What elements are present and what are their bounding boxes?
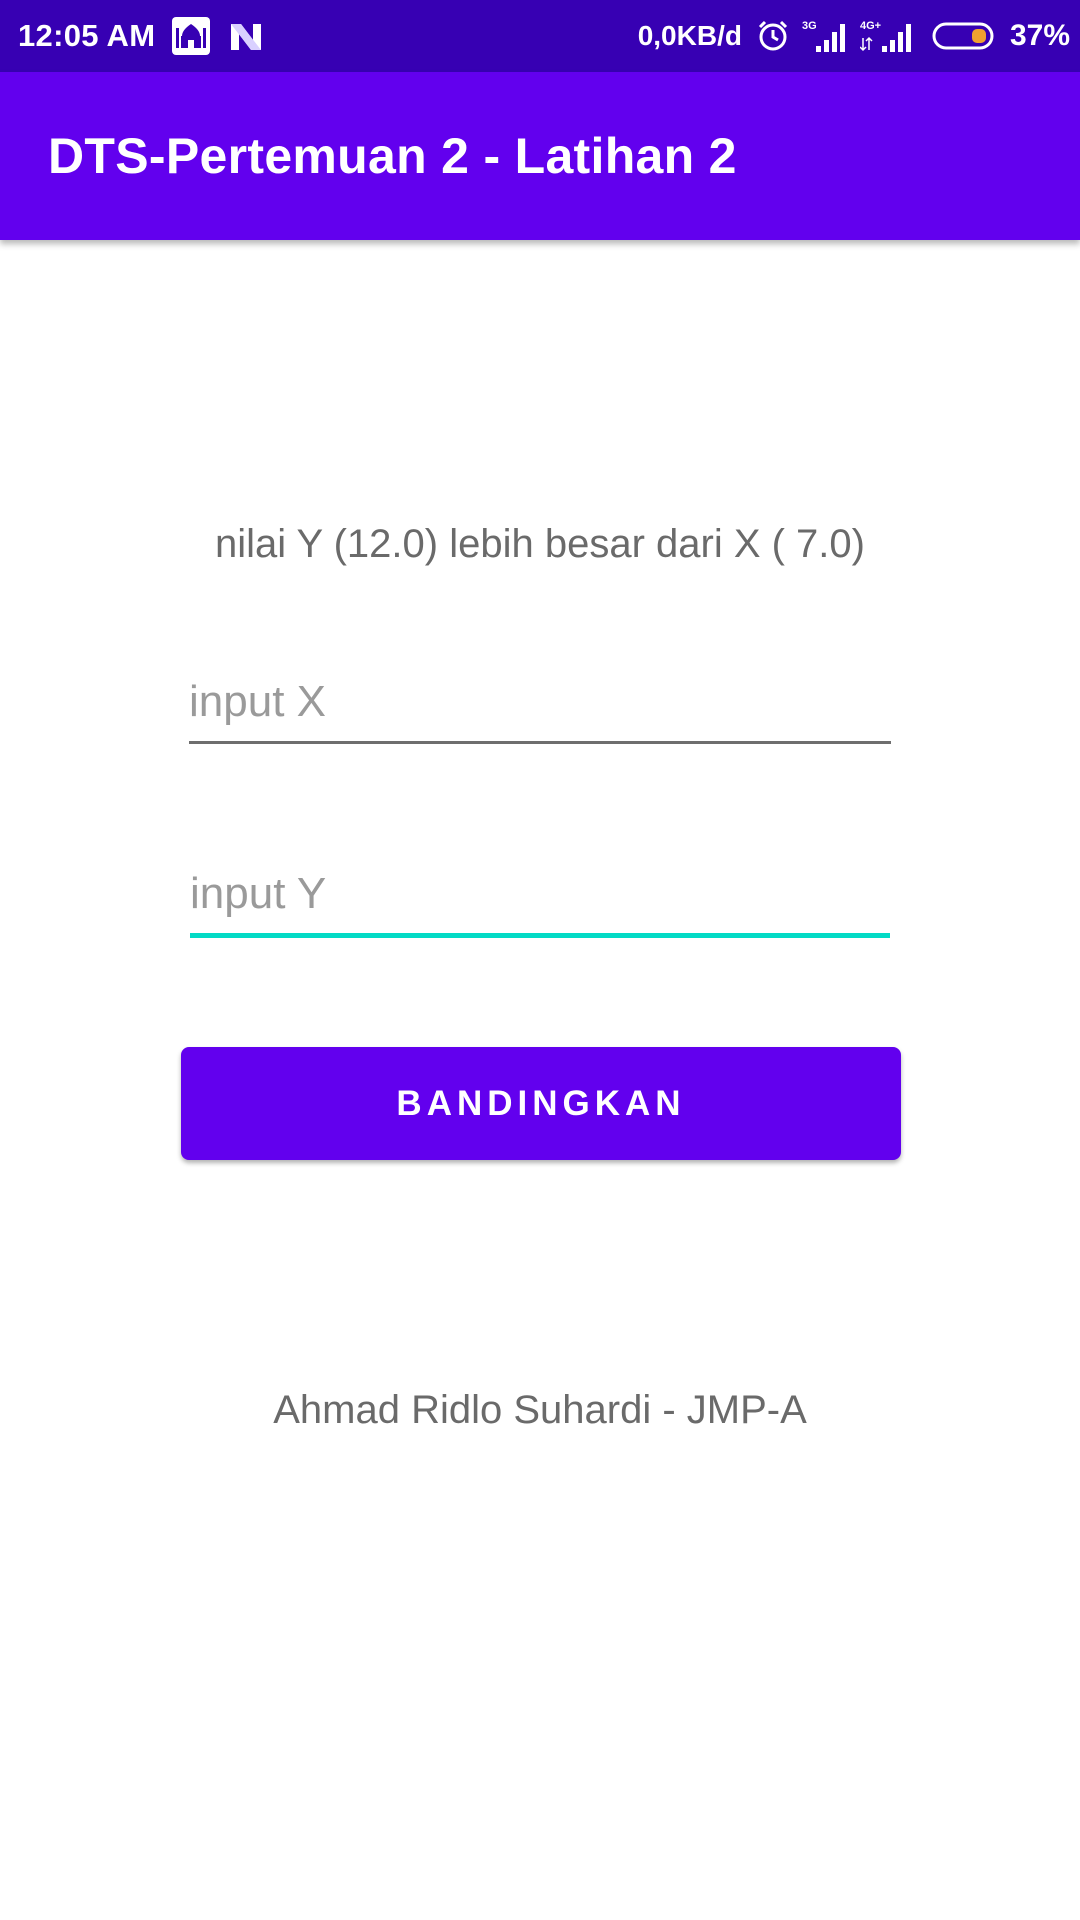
- signal-icon: 3G: [802, 18, 848, 54]
- input-y-placeholder: input Y: [190, 869, 327, 918]
- svg-text:3G: 3G: [802, 20, 817, 32]
- svg-text:4G+: 4G+: [860, 20, 881, 32]
- network-speed: 0,0KB/d: [637, 20, 742, 51]
- battery-icon: [932, 20, 998, 52]
- input-x-field[interactable]: input X: [189, 666, 891, 744]
- result-text: nilai Y (12.0) lebih besar dari X ( 7.0): [215, 522, 865, 566]
- app-title: DTS-Pertemuan 2 - Latihan 2: [48, 128, 737, 184]
- input-x-placeholder: input X: [189, 677, 326, 726]
- signal-icon: 4G+: [859, 18, 920, 54]
- alarm-icon: [756, 19, 790, 53]
- battery-percent: 37%: [1009, 19, 1070, 52]
- app-bar: DTS-Pertemuan 2 - Latihan 2: [0, 72, 1080, 240]
- author-footer: Ahmad Ridlo Suhardi - JMP-A: [273, 1388, 807, 1432]
- status-bar: 12:05 AM 0,0KB/d 3G 4G+ 37%: [0, 0, 1080, 72]
- status-time: 12:05 AM: [18, 18, 156, 53]
- n-app-icon: [227, 18, 265, 54]
- compare-button[interactable]: BANDINGKAN: [181, 1047, 901, 1160]
- input-y-field[interactable]: input Y: [190, 860, 890, 938]
- mosque-app-icon: [171, 16, 211, 56]
